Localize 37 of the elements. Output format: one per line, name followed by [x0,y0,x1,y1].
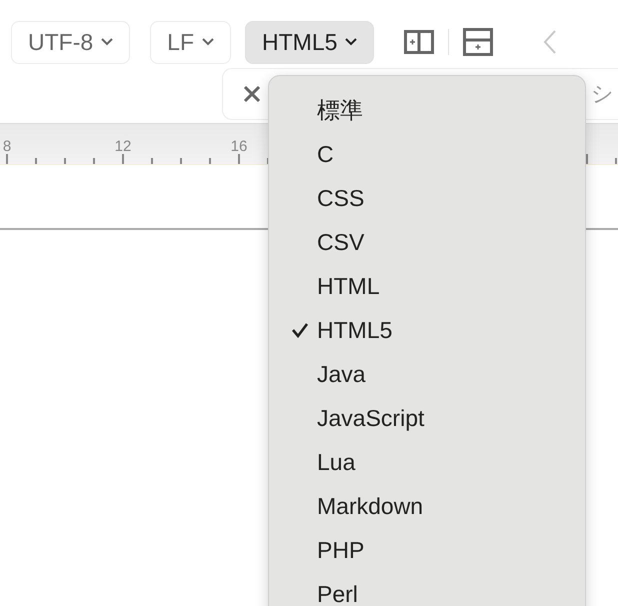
close-icon[interactable] [243,85,261,103]
menu-item[interactable]: 標準 [269,88,585,132]
menu-item-label: HTML5 [317,316,392,344]
menu-item[interactable]: Lua [269,440,585,484]
menu-item-label: HTML [317,272,380,300]
dropdown-button[interactable]: HTML5 [245,20,374,64]
menu-item-label: C [317,140,334,168]
menu-item-label: 標準 [317,96,363,124]
chevron-down-icon [345,38,358,46]
chevron-down-icon [202,38,214,46]
menu-item[interactable]: Java [269,352,585,396]
menu-item-label: Lua [317,448,356,476]
menu-item-label: Perl [317,580,358,606]
menu-item[interactable]: HTML5 [269,308,585,352]
menu-item[interactable]: HTML [269,264,585,308]
dropdown-button[interactable]: UTF-8 [11,20,130,64]
find-bar-text: シ [591,80,614,108]
menu-item-label: CSS [317,184,364,212]
menu-item-label: Java [317,360,366,388]
chevron-down-icon [101,38,114,46]
ruler-label: 12 [114,138,132,155]
menu-item-label: PHP [317,536,364,564]
ruler-label: 8 [2,138,12,155]
menu-item[interactable]: JavaScript [269,396,585,440]
menu-item[interactable]: CSV [269,220,585,264]
ruler-label: 16 [230,138,248,155]
menu-item[interactable]: Perl [269,572,585,606]
menu-item[interactable]: Markdown [269,484,585,528]
dropdown-button[interactable]: LF [150,20,232,64]
menu-item[interactable]: C [269,132,585,176]
split-horizontal-icon[interactable] [463,28,494,56]
menu-item-label: Markdown [317,492,424,520]
menu-item-label: JavaScript [317,404,424,432]
menu-item[interactable]: PHP [269,528,585,572]
split-vertical-icon[interactable] [404,30,434,54]
menu-item[interactable]: CSS [269,176,585,220]
menu-item-label: CSV [317,228,364,256]
